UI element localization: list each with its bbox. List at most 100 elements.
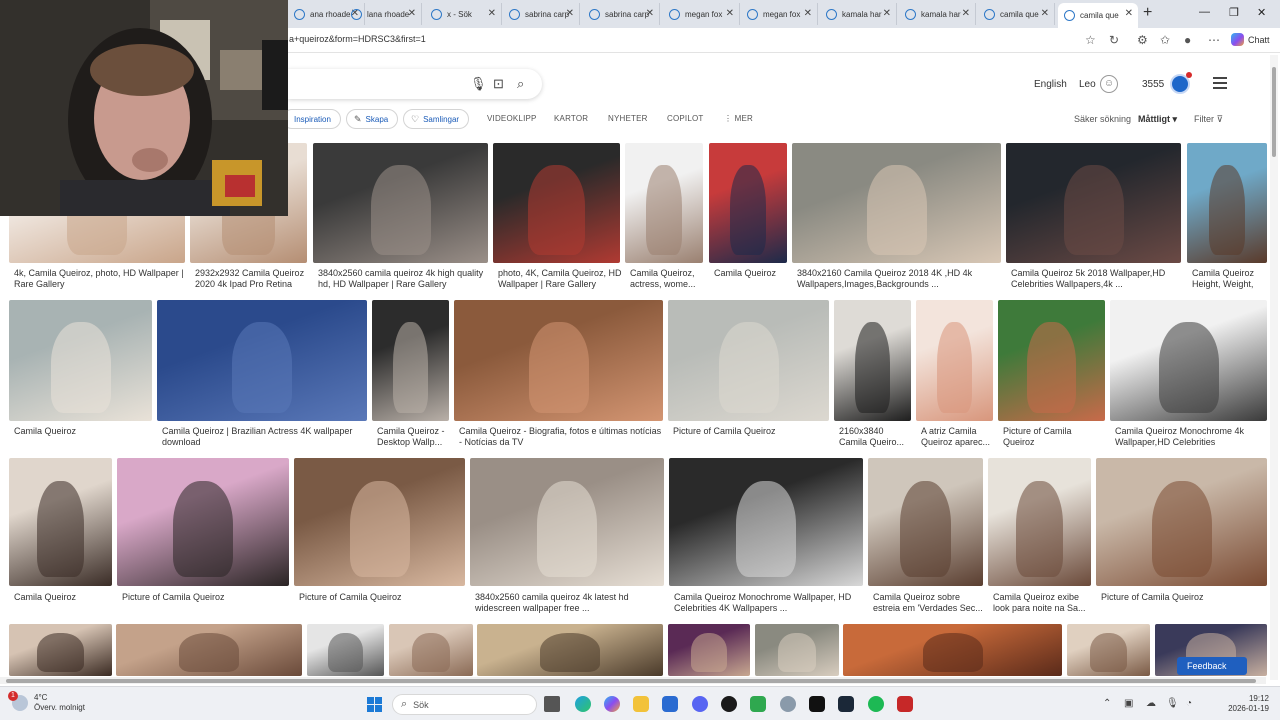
tab[interactable]: x - Sök ✕ bbox=[425, 3, 502, 25]
image-caption[interactable]: Camila Queiroz Height, Weight, A... bbox=[1192, 268, 1267, 290]
discord-icon[interactable] bbox=[692, 696, 708, 712]
nav-more[interactable]: ⋮ MER bbox=[724, 114, 753, 123]
tab[interactable]: sabrina carp ✕ bbox=[583, 3, 660, 25]
tab[interactable]: sabrina carp ✕ bbox=[503, 3, 580, 25]
image-thumbnail[interactable] bbox=[493, 143, 620, 263]
image-thumbnail[interactable] bbox=[1110, 300, 1267, 421]
rewards-icon[interactable] bbox=[1170, 72, 1192, 94]
close-window-button[interactable]: ✕ bbox=[1257, 6, 1266, 19]
image-thumbnail[interactable] bbox=[998, 300, 1105, 421]
task-view-icon[interactable] bbox=[544, 696, 560, 712]
image-thumbnail[interactable] bbox=[834, 300, 911, 421]
image-thumbnail[interactable] bbox=[755, 624, 839, 676]
refresh-icon[interactable]: ↻ bbox=[1109, 33, 1119, 47]
terminal-icon[interactable] bbox=[809, 696, 825, 712]
close-tab-icon[interactable]: ✕ bbox=[646, 8, 654, 19]
close-tab-icon[interactable]: ✕ bbox=[1125, 8, 1133, 19]
spotify-icon[interactable] bbox=[868, 696, 884, 712]
store-icon[interactable] bbox=[662, 696, 678, 712]
microphone-icon[interactable]: 🎙 bbox=[1166, 698, 1179, 709]
image-thumbnail[interactable] bbox=[668, 300, 829, 421]
image-thumbnail[interactable] bbox=[709, 143, 787, 263]
more-icon[interactable]: ⋯ bbox=[1208, 33, 1220, 47]
image-thumbnail[interactable] bbox=[470, 458, 664, 586]
extensions-icon[interactable]: ⚙ bbox=[1137, 33, 1148, 47]
image-caption[interactable]: 2160x3840 Camila Queiro... bbox=[839, 426, 914, 448]
image-thumbnail[interactable] bbox=[372, 300, 449, 421]
nav-copilot[interactable]: COPILOT bbox=[667, 114, 704, 123]
image-thumbnail[interactable] bbox=[988, 458, 1091, 586]
scrollbar-thumb[interactable] bbox=[6, 679, 1256, 683]
nav-nyheter[interactable]: NYHETER bbox=[608, 114, 648, 123]
github-icon[interactable] bbox=[721, 696, 737, 712]
image-caption[interactable]: Camila Queiroz Monochrome 4k Wallpaper,H… bbox=[1115, 426, 1267, 448]
maximize-button[interactable]: ❐ bbox=[1229, 6, 1239, 19]
image-caption[interactable]: 3840x2160 Camila Queiroz 2018 4K ,HD 4k … bbox=[797, 268, 997, 290]
scrollbar-thumb[interactable] bbox=[1272, 67, 1276, 157]
clock[interactable]: 19:12 2026-01-19 bbox=[1213, 694, 1269, 714]
image-caption[interactable]: Camila Queiroz - Desktop Wallp... bbox=[377, 426, 452, 448]
image-thumbnail[interactable] bbox=[307, 624, 384, 676]
taskbar-search[interactable]: ⌕ Sök bbox=[392, 694, 537, 715]
image-thumbnail[interactable] bbox=[1096, 458, 1267, 586]
image-caption[interactable]: photo, 4K, Camila Queiroz, HD Wallpaper … bbox=[498, 268, 623, 290]
feedback-button[interactable]: Feedback bbox=[1177, 657, 1247, 675]
image-thumbnail[interactable] bbox=[294, 458, 465, 586]
profile-icon[interactable]: ● bbox=[1184, 33, 1191, 47]
copilot-button[interactable]: Chatt bbox=[1231, 33, 1270, 46]
image-thumbnail[interactable] bbox=[668, 624, 750, 676]
image-caption[interactable]: Picture of Camila Queiroz bbox=[1101, 592, 1269, 614]
start-button[interactable] bbox=[367, 697, 382, 712]
close-tab-icon[interactable]: ✕ bbox=[408, 8, 416, 19]
image-caption[interactable]: 2932x2932 Camila Queiroz 2020 4k Ipad Pr… bbox=[195, 268, 305, 290]
close-tab-icon[interactable]: ✕ bbox=[726, 8, 734, 19]
search-input[interactable]: 🎙 ⊡ ⌕ bbox=[288, 69, 542, 99]
new-tab-button[interactable]: + bbox=[1143, 4, 1152, 22]
chip-inspiration[interactable]: Inspiration bbox=[282, 109, 341, 129]
image-caption[interactable]: Camila Queiroz sobre estreia em 'Verdade… bbox=[873, 592, 985, 614]
image-caption[interactable]: Picture of Camila Queiroz bbox=[673, 426, 828, 448]
steam-icon[interactable] bbox=[838, 696, 854, 712]
image-caption[interactable]: Camila Queiroz 5k 2018 Wallpaper,HD Cele… bbox=[1011, 268, 1181, 290]
wifi-icon[interactable]: ◔ bbox=[1186, 698, 1192, 709]
image-thumbnail[interactable] bbox=[9, 458, 112, 586]
edge-icon[interactable] bbox=[575, 696, 591, 712]
weather-widget[interactable]: 4°C Överv. molnigt bbox=[8, 691, 85, 713]
security-app-icon[interactable] bbox=[897, 696, 913, 712]
copilot-app-icon[interactable] bbox=[604, 696, 620, 712]
image-caption[interactable]: 3840x2560 camila queiroz 4k high quality… bbox=[318, 268, 488, 290]
tab[interactable]: kamala har ✕ bbox=[820, 3, 897, 25]
close-tab-icon[interactable]: ✕ bbox=[804, 8, 812, 19]
microphone-icon[interactable]: 🎙 bbox=[470, 76, 487, 92]
safe-search-dropdown[interactable]: Måttligt ▾ bbox=[1138, 114, 1177, 125]
user-name[interactable]: Leo bbox=[1079, 79, 1096, 90]
chip-samlingar[interactable]: ♡ Samlingar bbox=[403, 109, 470, 129]
image-thumbnail[interactable] bbox=[389, 624, 473, 676]
image-caption[interactable]: 4k, Camila Queiroz, photo, HD Wallpaper … bbox=[14, 268, 184, 290]
nav-videoklipp[interactable]: VIDEOKLIPP bbox=[487, 114, 537, 123]
tab-active[interactable]: camila que ✕ bbox=[1058, 3, 1138, 28]
image-caption[interactable]: 3840x2560 camila queiroz 4k latest hd wi… bbox=[475, 592, 665, 614]
image-thumbnail[interactable] bbox=[916, 300, 993, 421]
language-link[interactable]: English bbox=[1034, 79, 1067, 90]
image-thumbnail[interactable] bbox=[9, 300, 152, 421]
close-tab-icon[interactable]: ✕ bbox=[566, 8, 574, 19]
image-thumbnail[interactable] bbox=[157, 300, 367, 421]
search-icon[interactable]: ⌕ bbox=[517, 76, 524, 92]
url-text[interactable]: a+queiroz&form=HDRSC3&first=1 bbox=[289, 34, 426, 44]
close-tab-icon[interactable]: ✕ bbox=[1041, 8, 1049, 19]
image-caption[interactable]: Camila Queiroz - Biografia, fotos e últi… bbox=[459, 426, 664, 448]
tray-app-icon[interactable]: ▣ bbox=[1124, 698, 1133, 709]
tab[interactable]: lana rhoade ✕ bbox=[345, 3, 422, 25]
visual-search-icon[interactable]: ⊡ bbox=[493, 76, 504, 92]
hamburger-menu-icon[interactable] bbox=[1213, 77, 1227, 89]
image-thumbnail[interactable] bbox=[9, 624, 112, 676]
filter-button[interactable]: Filter ⊽ bbox=[1194, 114, 1223, 125]
image-caption[interactable]: Camila Queiroz exibe look para noite na … bbox=[993, 592, 1093, 614]
image-thumbnail[interactable] bbox=[116, 624, 302, 676]
tab[interactable]: megan fox ✕ bbox=[741, 3, 818, 25]
image-thumbnail[interactable] bbox=[454, 300, 663, 421]
image-caption[interactable]: Camila Queiroz Monochrome Wallpaper, HD … bbox=[674, 592, 864, 614]
image-caption[interactable]: Camila Queiroz bbox=[14, 426, 154, 448]
image-caption[interactable]: Picture of Camila Queiroz bbox=[122, 592, 290, 614]
